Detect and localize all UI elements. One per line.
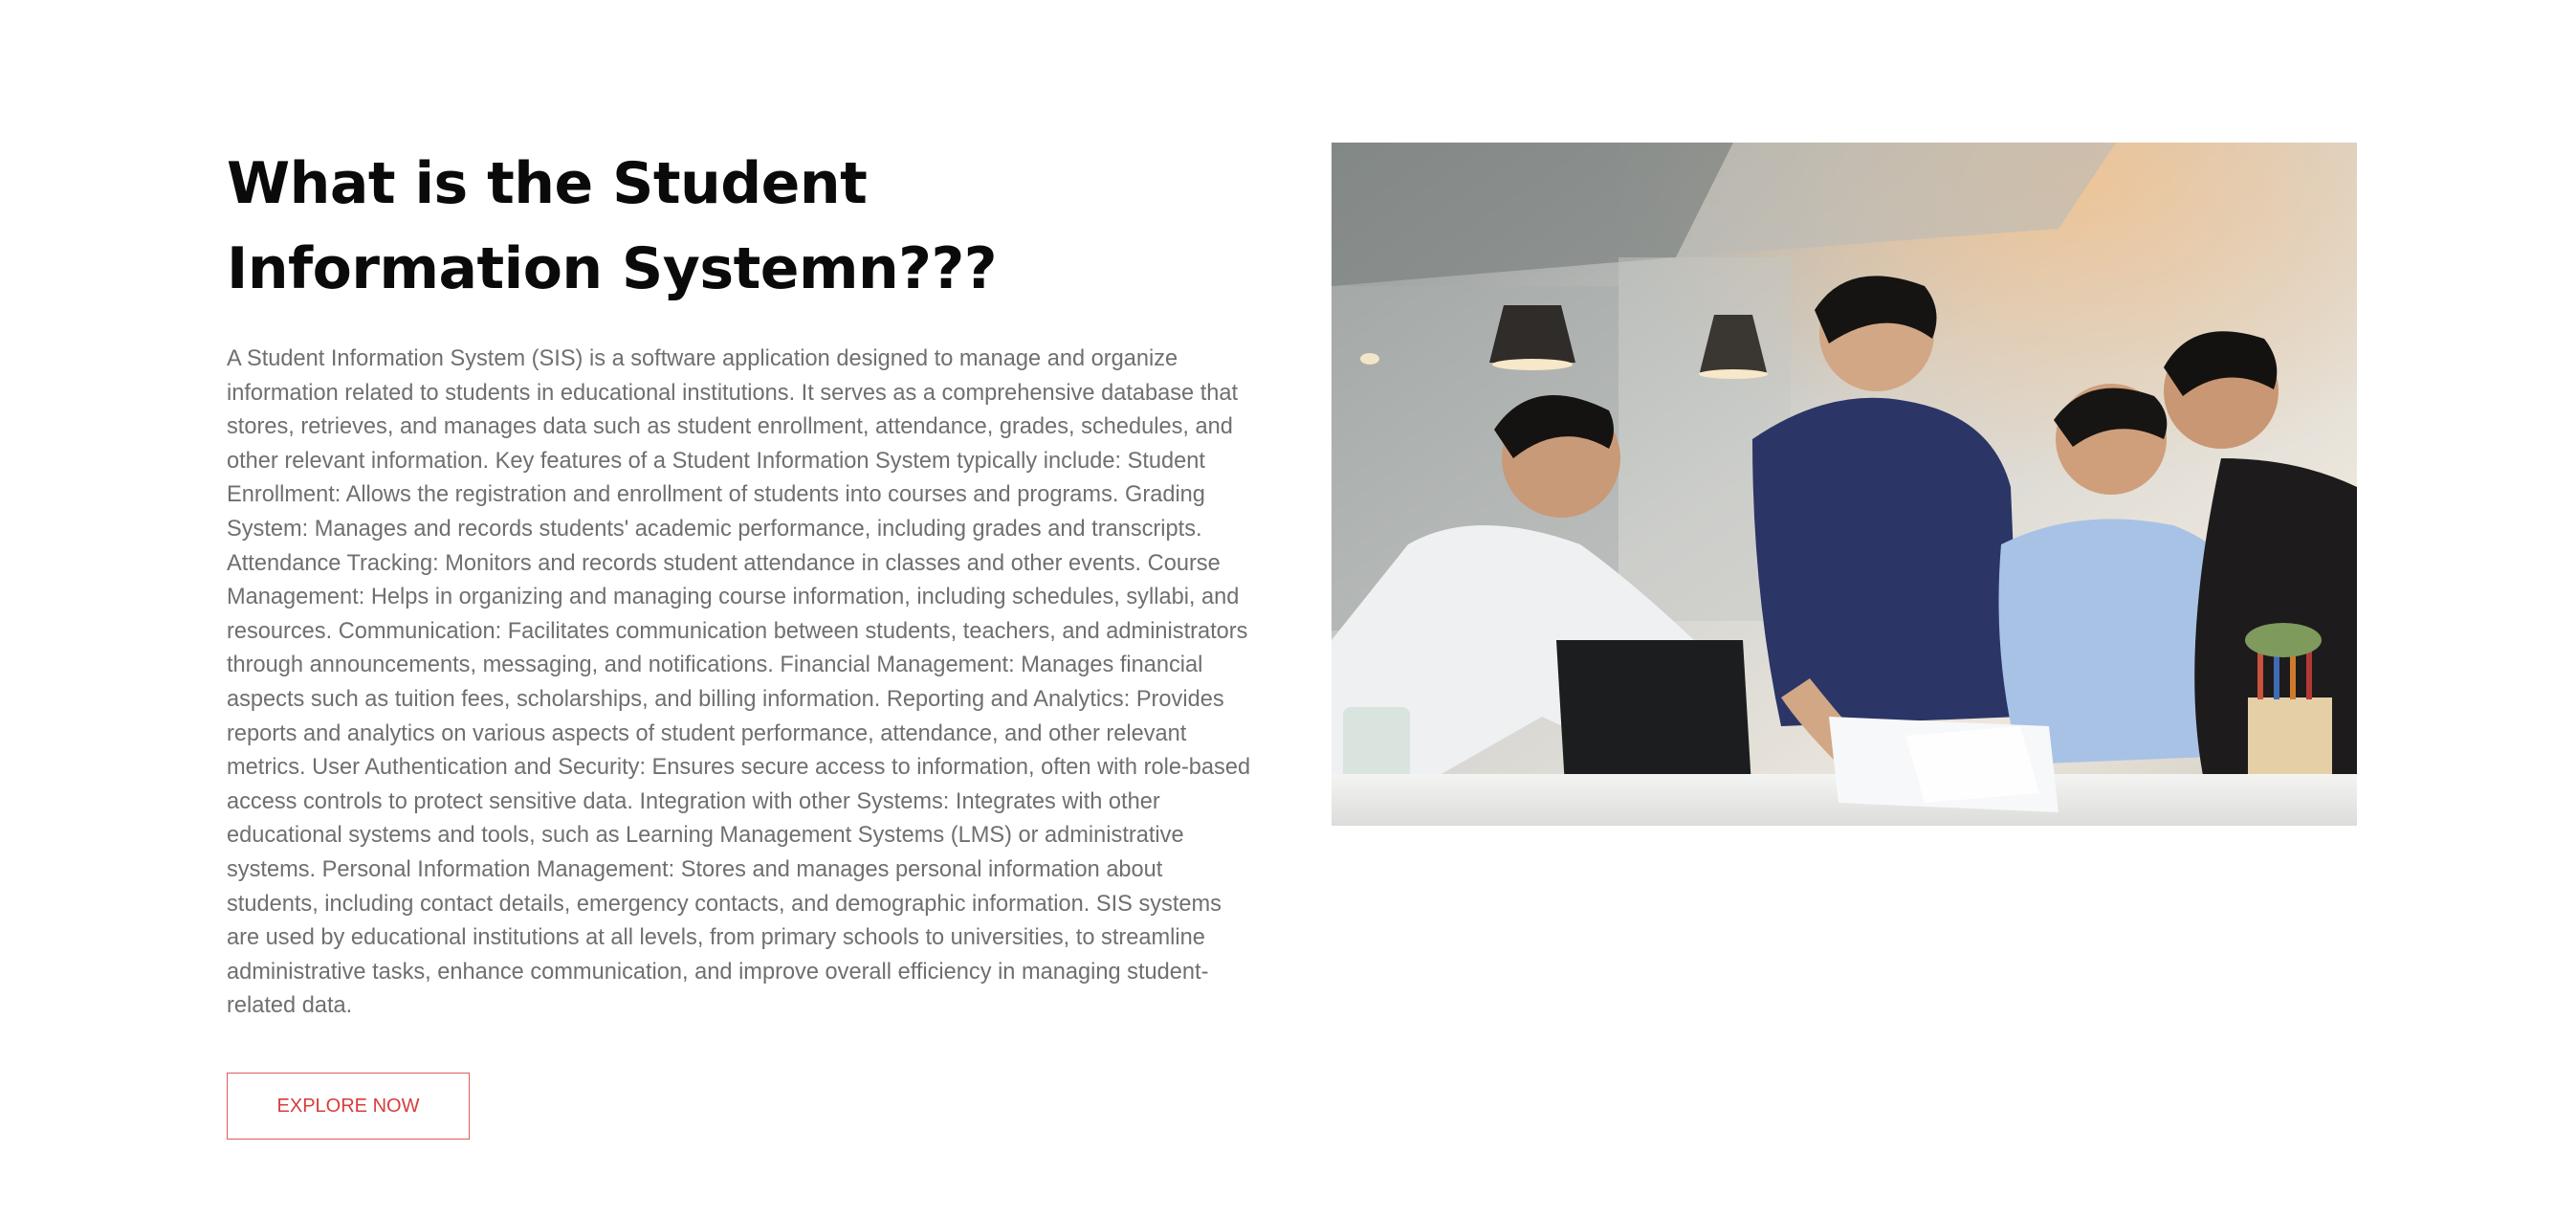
team-meeting-photo xyxy=(1332,143,2357,826)
section-title: What is the Student Information Systemn?… xyxy=(227,150,998,302)
explore-now-button[interactable]: EXPLORE NOW xyxy=(227,1073,470,1140)
section-description: A Student Information System (SIS) is a … xyxy=(227,346,1251,1019)
about-section-text: What is the Student Information Systemn?… xyxy=(227,142,1255,1024)
page: What is the Student Information Systemn?… xyxy=(0,0,2576,1218)
